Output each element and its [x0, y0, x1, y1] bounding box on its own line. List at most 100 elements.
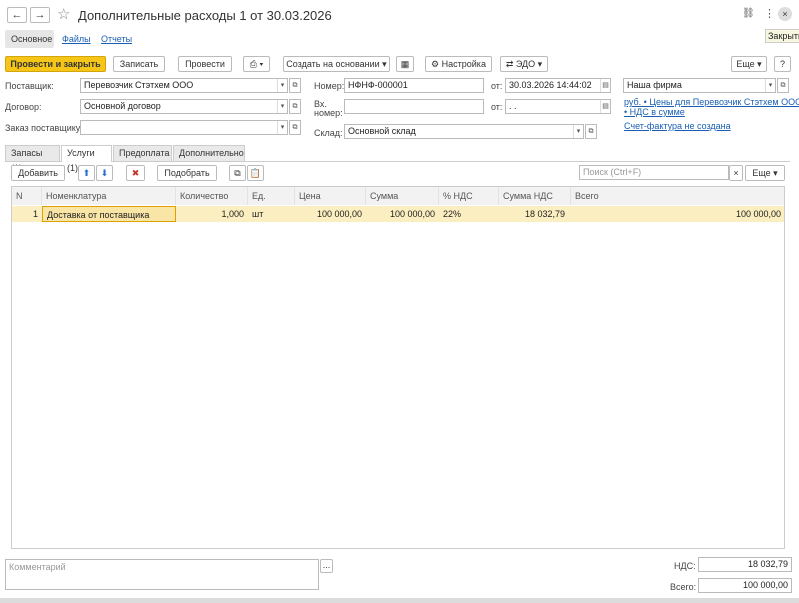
help-button[interactable]: ?	[774, 56, 791, 72]
table-more-label: Еще	[752, 168, 771, 178]
col-amount[interactable]: Сумма	[366, 187, 439, 205]
cell-nomenclature[interactable]: Доставка от поставщика	[42, 206, 176, 222]
warehouse-dropdown-icon[interactable]: ▾	[573, 125, 583, 138]
settings-icon: ⚙	[431, 59, 440, 69]
date-field[interactable]: 30.03.2026 14:44:02 ▤	[505, 78, 611, 93]
in-number-field[interactable]	[344, 99, 484, 114]
vat-total-label: НДС:	[674, 561, 696, 571]
col-n[interactable]: N	[12, 187, 42, 205]
move-up-icon[interactable]: ⬆	[78, 165, 95, 181]
comment-field[interactable]: Комментарий	[5, 559, 319, 590]
invoice-link[interactable]: Счет-фактура не создана	[624, 121, 731, 131]
in-date-field[interactable]: . . ▤	[505, 99, 611, 114]
contract-dropdown-icon[interactable]: ▾	[277, 100, 287, 113]
number-label: Номер:	[314, 81, 345, 91]
warehouse-value: Основной склад	[348, 126, 416, 136]
cell-unit[interactable]: шт	[252, 206, 295, 222]
warehouse-label: Склад:	[314, 128, 343, 138]
link-icon[interactable]: ⛓	[742, 8, 755, 19]
cell-vat-amount[interactable]: 18 032,79	[499, 206, 565, 222]
date-value: 30.03.2026 14:44:02	[509, 80, 592, 90]
col-unit[interactable]: Ед.	[248, 187, 295, 205]
services-table: N Номенклатура Количество Ед. Цена Сумма…	[11, 186, 785, 549]
table-more-button[interactable]: Еще ▾	[745, 165, 785, 181]
price-type-link[interactable]: руб. • Цены для Перевозчик Стэтхем ООО	[624, 97, 799, 107]
edo-label: ЭДО	[515, 59, 536, 69]
comment-expand-button[interactable]: ...	[320, 559, 333, 573]
edo-button[interactable]: ⇄ ЭДО ▾	[500, 56, 548, 72]
tab-prepayment[interactable]: Предоплата	[113, 145, 172, 161]
settings-label: Настройка	[441, 59, 486, 69]
paste-icon[interactable]: 📋	[247, 165, 264, 181]
copy-icon[interactable]: ⧉	[229, 165, 246, 181]
contract-value: Основной договор	[84, 101, 161, 111]
create-based-on-button[interactable]: Создать на основании ▾	[283, 56, 390, 72]
forward-button[interactable]: →	[30, 7, 50, 23]
tab-services[interactable]: Услуги (1)	[61, 145, 112, 173]
number-field[interactable]: НФНФ-000001	[344, 78, 484, 93]
cell-vat-rate[interactable]: 22%	[443, 206, 499, 222]
search-clear-icon[interactable]: ×	[729, 165, 743, 181]
col-vat-rate[interactable]: % НДС	[439, 187, 499, 205]
tab-main[interactable]: Основное	[11, 34, 52, 44]
vat-mode-link[interactable]: • НДС в сумме	[624, 107, 685, 117]
col-nomenclature[interactable]: Номенклатура	[42, 187, 176, 205]
move-down-icon[interactable]: ⬇	[96, 165, 113, 181]
organization-field[interactable]: Наша фирма ▾	[623, 78, 776, 93]
edo-icon: ⇄	[505, 59, 514, 69]
in-date-label: от:	[491, 102, 503, 112]
favorite-star-icon[interactable]: ☆	[57, 5, 70, 23]
print-icon: ⎙	[249, 59, 257, 69]
supplier-label: Поставщик:	[5, 81, 54, 91]
supplier-field[interactable]: Перевозчик Стэтхем ООО ▾	[80, 78, 288, 93]
tab-inventory[interactable]: Запасы (1)	[5, 145, 60, 173]
post-button[interactable]: Провести	[178, 56, 232, 72]
organization-value: Наша фирма	[627, 80, 682, 90]
col-total[interactable]: Всего	[571, 187, 784, 205]
warehouse-field[interactable]: Основной склад ▾	[344, 124, 584, 139]
close-icon[interactable]: ×	[778, 7, 792, 21]
settings-button[interactable]: ⚙ Настройка	[425, 56, 492, 72]
col-vat-amount[interactable]: Сумма НДС	[499, 187, 571, 205]
cell-total[interactable]: 100 000,00	[571, 206, 781, 222]
order-field[interactable]: ▾	[80, 120, 288, 135]
pick-button[interactable]: Подобрать	[157, 165, 217, 181]
calendar-icon[interactable]: ▤	[600, 79, 610, 92]
organization-dropdown-icon[interactable]: ▾	[765, 79, 775, 92]
delete-icon[interactable]: ✖	[126, 165, 145, 181]
organization-open-icon[interactable]: ⧉	[777, 78, 789, 93]
search-input[interactable]: Поиск (Ctrl+F)	[579, 165, 729, 180]
print-button[interactable]: ⎙ ▾	[243, 56, 270, 72]
tab-additional[interactable]: Дополнительно	[173, 145, 245, 161]
contract-open-icon[interactable]: ⧉	[289, 99, 301, 114]
tab-files[interactable]: Файлы	[62, 34, 91, 44]
menu-icon[interactable]: ⋮	[764, 7, 775, 20]
more-button[interactable]: Еще ▾	[731, 56, 767, 72]
order-open-icon[interactable]: ⧉	[289, 120, 301, 135]
cell-amount[interactable]: 100 000,00	[366, 206, 435, 222]
add-button[interactable]: Добавить	[11, 165, 65, 181]
supplier-value: Перевозчик Стэтхем ООО	[84, 80, 194, 90]
warehouse-open-icon[interactable]: ⧉	[585, 124, 597, 139]
more-dropdown-icon: ▾	[757, 59, 762, 69]
cell-price[interactable]: 100 000,00	[295, 206, 362, 222]
save-button[interactable]: Записать	[113, 56, 165, 72]
back-button[interactable]: ←	[7, 7, 27, 23]
contract-label: Договор:	[5, 102, 42, 112]
edo-dropdown-icon: ▾	[537, 59, 543, 69]
cell-n[interactable]: 1	[12, 206, 42, 222]
grand-total-label: Всего:	[670, 582, 697, 592]
post-and-close-button[interactable]: Провести и закрыть	[5, 56, 106, 72]
order-dropdown-icon[interactable]: ▾	[277, 121, 287, 134]
tabs-divider	[5, 161, 790, 162]
cell-quantity[interactable]: 1,000	[176, 206, 244, 222]
structure-icon[interactable]: ▦	[396, 56, 414, 72]
col-quantity[interactable]: Количество	[176, 187, 248, 205]
supplier-dropdown-icon[interactable]: ▾	[277, 79, 287, 92]
col-price[interactable]: Цена	[295, 187, 366, 205]
in-date-calendar-icon[interactable]: ▤	[600, 100, 610, 113]
tab-reports[interactable]: Отчеты	[101, 34, 132, 44]
supplier-open-icon[interactable]: ⧉	[289, 78, 301, 93]
contract-field[interactable]: Основной договор ▾	[80, 99, 288, 114]
close-tooltip: Закрыть	[765, 29, 799, 43]
